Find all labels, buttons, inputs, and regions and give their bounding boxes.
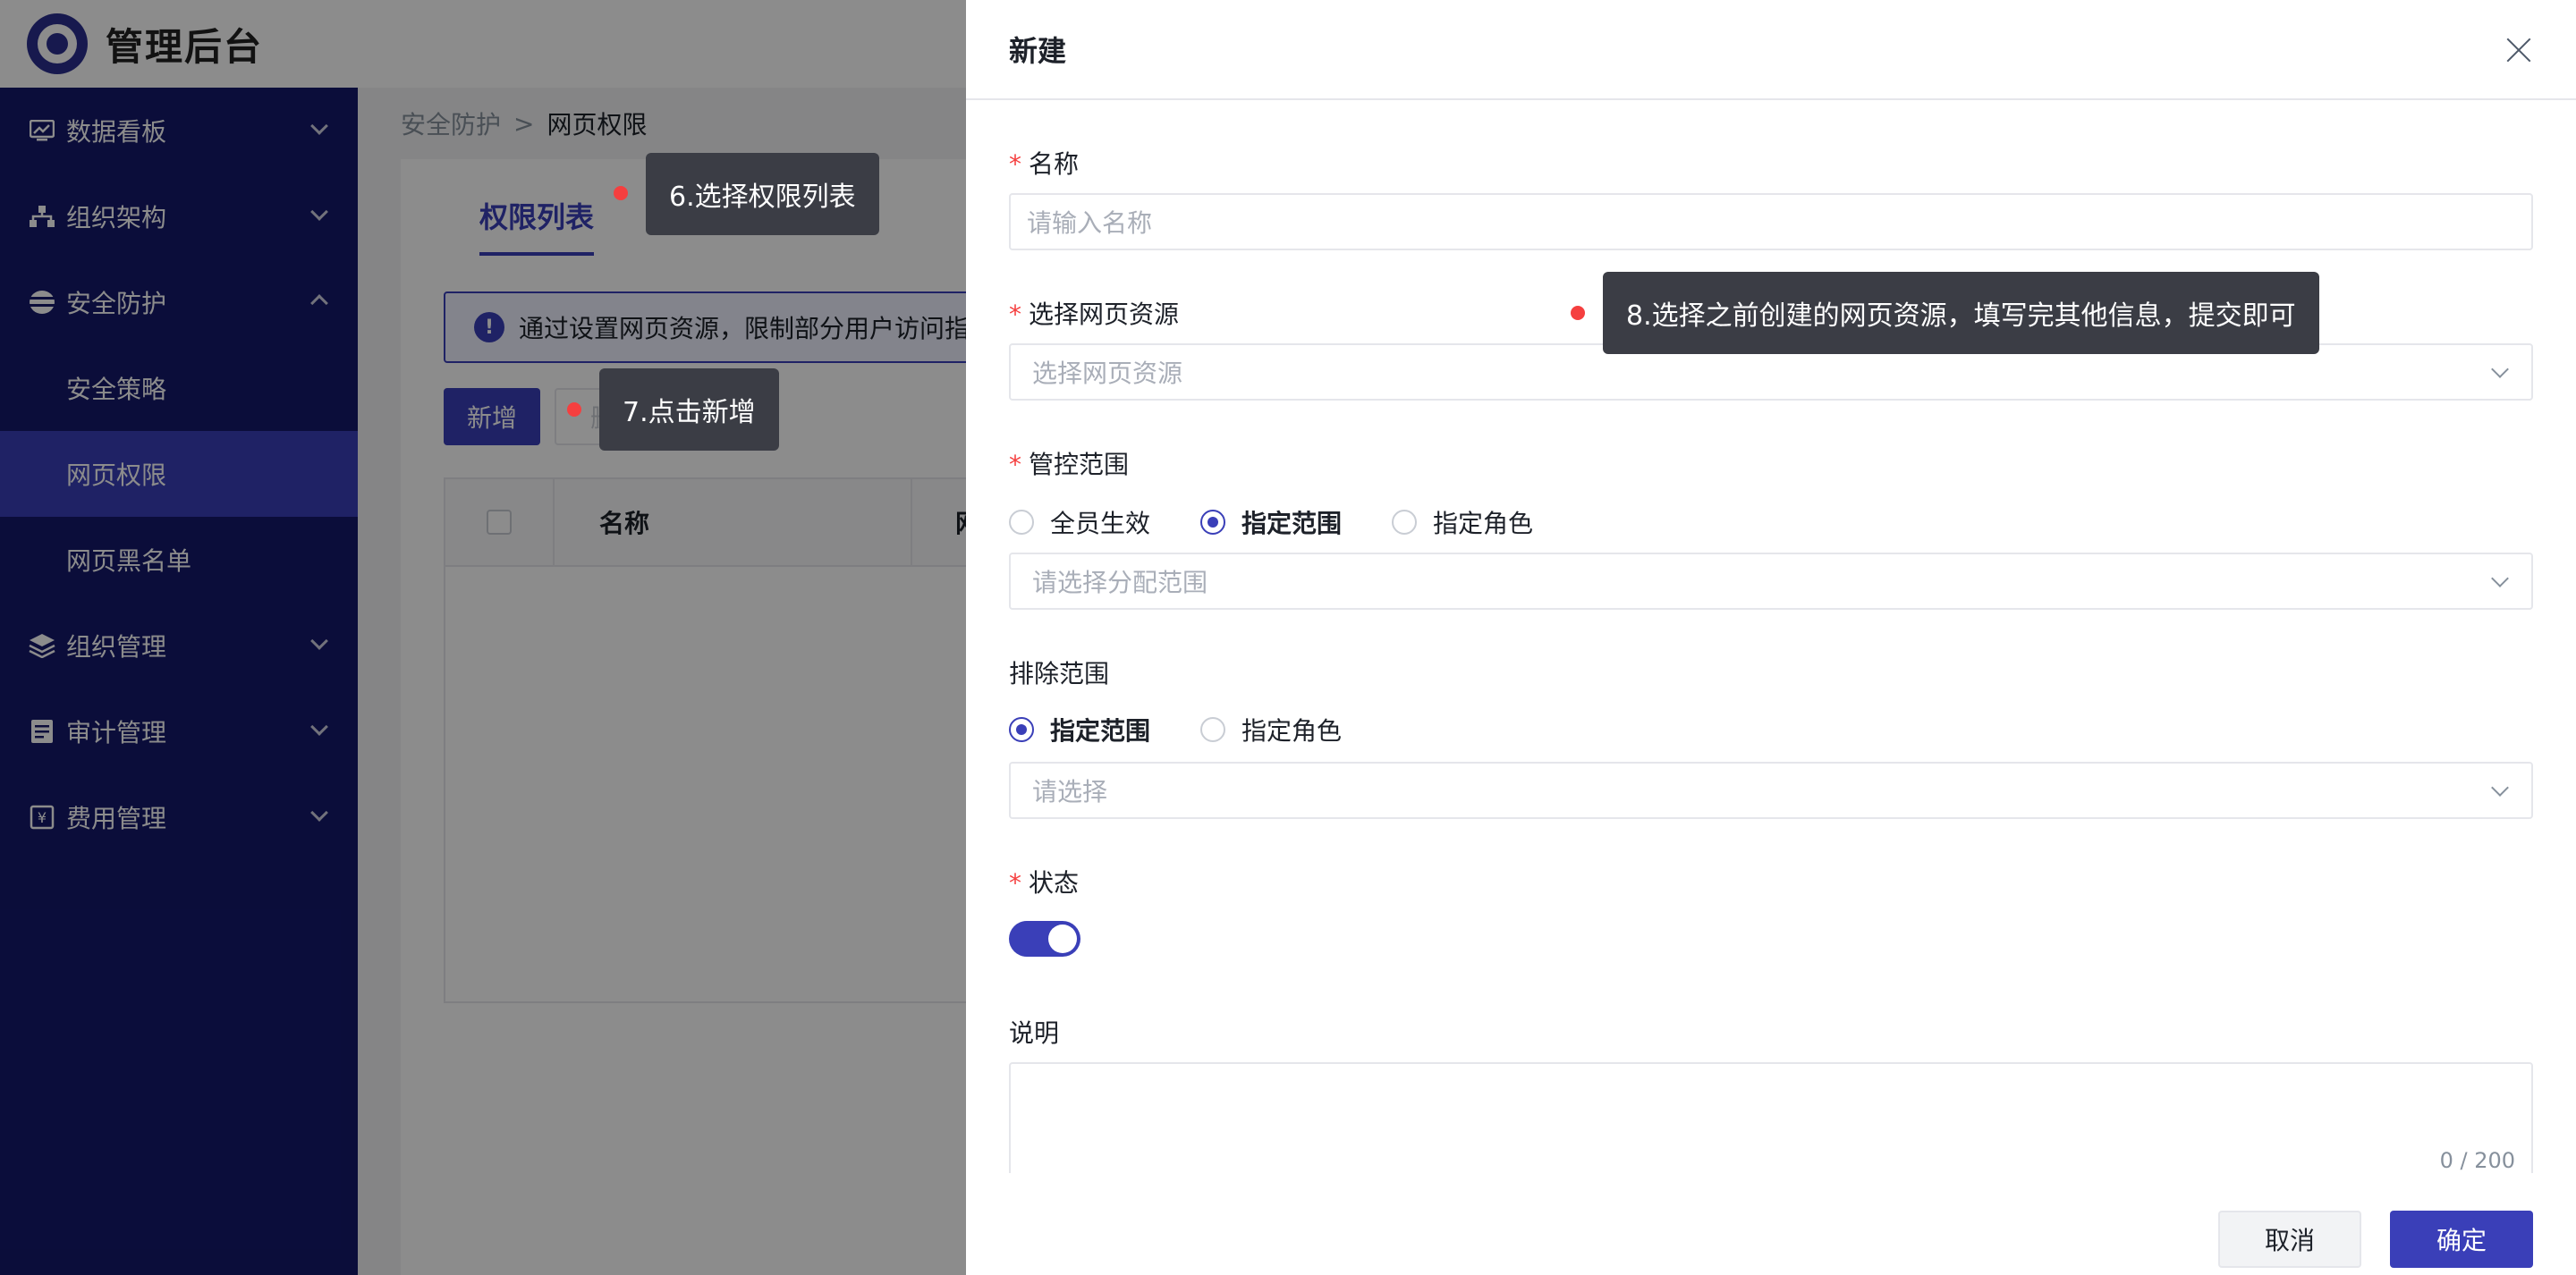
name-placeholder: 请输入名称 xyxy=(1027,208,1153,238)
char-counter: 0 / 200 xyxy=(2439,1148,2515,1173)
step6-marker xyxy=(614,186,628,200)
create-form: * 名称 请输入名称 * 选择网页资源 选择网页资源 * 管控范围 全员生效 指定范围 xyxy=(1009,100,2533,1173)
create-drawer: 新建 * 名称 请输入名称 * 选择网页资源 选择网页资源 * 管控范围 全员生效 xyxy=(966,0,2576,1275)
status-label: * 状态 xyxy=(1009,864,1079,899)
resource-placeholder: 选择网页资源 xyxy=(1032,359,1183,388)
name-input[interactable]: 请输入名称 xyxy=(1009,193,2533,250)
description-textarea[interactable] xyxy=(1009,1062,2533,1173)
radio-label: 指定角色 xyxy=(1433,509,1534,538)
scope-select[interactable]: 请选择分配范围 xyxy=(1009,553,2533,610)
scope-radio-all[interactable]: 全员生效 xyxy=(1009,504,1150,540)
scope-radio-range[interactable]: 指定范围 xyxy=(1200,504,1342,540)
tooltip-step6: 6.选择权限列表 xyxy=(646,153,879,235)
chevron-down-icon xyxy=(2491,779,2509,797)
resource-label: * 选择网页资源 xyxy=(1009,295,1179,331)
required-mark: * xyxy=(1009,450,1021,479)
name-label: * 名称 xyxy=(1009,145,1079,181)
chevron-down-icon xyxy=(2491,360,2509,378)
resource-label-text: 选择网页资源 xyxy=(1029,300,1180,329)
radio-icon xyxy=(1200,717,1226,742)
exclude-placeholder: 请选择 xyxy=(1032,777,1108,806)
status-label-text: 状态 xyxy=(1029,868,1080,898)
scope-label-text: 管控范围 xyxy=(1029,450,1130,479)
radio-label: 指定范围 xyxy=(1241,509,1343,538)
description-label: 说明 xyxy=(1009,1018,1060,1048)
required-mark: * xyxy=(1009,868,1021,898)
radio-icon xyxy=(1009,510,1034,535)
required-mark: * xyxy=(1009,300,1021,329)
scope-radio-group: 全员生效 指定范围 指定角色 xyxy=(1009,504,1583,540)
drawer-title: 新建 xyxy=(1009,34,1067,68)
drawer-header: 新建 xyxy=(966,0,2576,100)
status-switch[interactable] xyxy=(1009,921,1080,957)
cancel-button[interactable]: 取消 xyxy=(2218,1211,2361,1268)
radio-checked-icon xyxy=(1009,717,1034,742)
radio-checked-icon xyxy=(1200,510,1226,535)
exclude-radio-group: 指定范围 指定角色 xyxy=(1009,712,1392,747)
scope-label: * 管控范围 xyxy=(1009,445,1129,481)
scope-radio-role[interactable]: 指定角色 xyxy=(1392,504,1533,540)
required-mark: * xyxy=(1009,149,1021,179)
chevron-down-icon xyxy=(2491,570,2509,587)
radio-label: 全员生效 xyxy=(1050,509,1151,538)
confirm-button[interactable]: 确定 xyxy=(2390,1211,2533,1268)
exclude-label: 排除范围 xyxy=(1009,659,1110,688)
exclude-radio-role[interactable]: 指定角色 xyxy=(1200,712,1342,747)
tooltip-step8: 8.选择之前创建的网页资源，填写完其他信息，提交即可 xyxy=(1603,272,2319,354)
radio-icon xyxy=(1392,510,1418,535)
close-icon[interactable] xyxy=(2504,36,2533,64)
radio-label: 指定角色 xyxy=(1241,716,1343,746)
exclude-select[interactable]: 请选择 xyxy=(1009,762,2533,819)
exclude-radio-range[interactable]: 指定范围 xyxy=(1009,712,1150,747)
scope-placeholder: 请选择分配范围 xyxy=(1032,568,1208,597)
drawer-footer: 取消 确定 xyxy=(966,1173,2576,1275)
tooltip-step7: 7.点击新增 xyxy=(599,368,779,451)
step8-marker xyxy=(1571,306,1585,320)
step7-marker xyxy=(567,402,581,417)
name-label-text: 名称 xyxy=(1029,149,1080,179)
radio-label: 指定范围 xyxy=(1050,716,1151,746)
